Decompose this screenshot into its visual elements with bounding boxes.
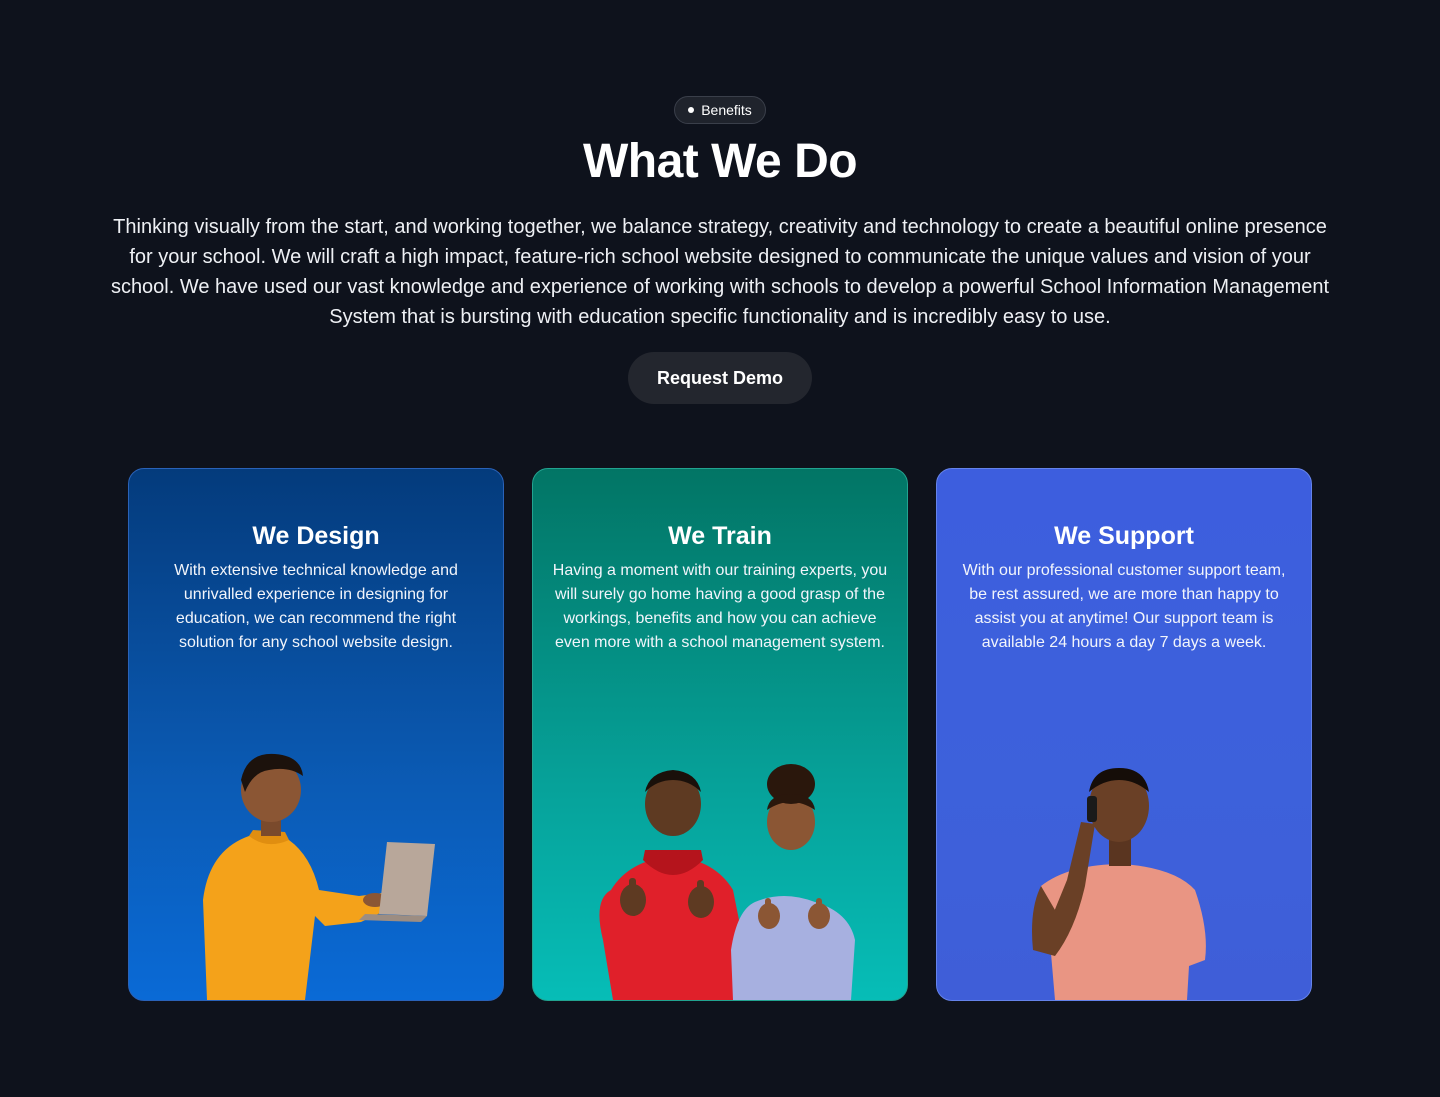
card-text: Having a moment with our training expert… — [552, 562, 888, 651]
benefits-badge: Benefits — [674, 96, 766, 124]
card-text: With our professional customer support t… — [962, 562, 1286, 651]
card-title: We Support — [1054, 522, 1194, 550]
section-description: Thinking visually from the start, and wo… — [110, 216, 1330, 328]
two-people-thumbs-up-illustration — [599, 764, 855, 1000]
section-title: What We Do — [582, 135, 858, 188]
card-text: With extensive technical knowledge and u… — [174, 562, 458, 651]
bullet-dot-icon — [688, 107, 695, 113]
card-title: We Design — [252, 522, 380, 550]
request-demo-button[interactable]: Request Demo — [628, 352, 812, 404]
badge-label: Benefits — [701, 102, 752, 118]
card-we-support: We Support With our professional custome… — [936, 468, 1312, 1001]
card-we-design: We Design With extensive technical knowl… — [128, 468, 504, 1001]
person-on-phone-illustration — [1032, 768, 1206, 1000]
card-title: We Train — [668, 522, 772, 550]
card-we-train: We Train Having a moment with our traini… — [532, 468, 908, 1001]
person-with-laptop-illustration — [203, 753, 435, 1000]
